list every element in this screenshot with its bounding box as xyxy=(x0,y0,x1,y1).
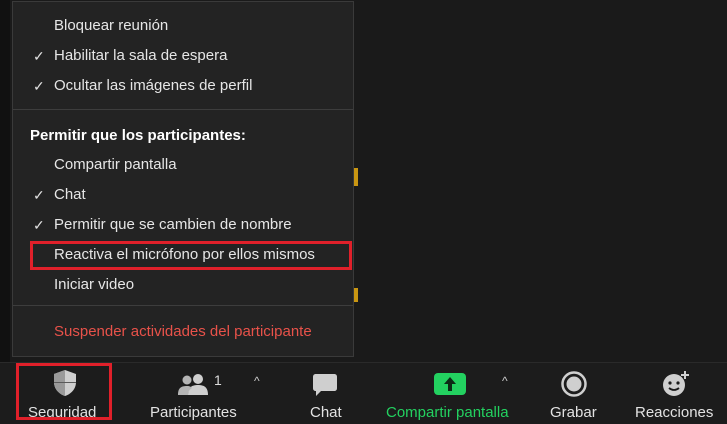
menu-divider xyxy=(13,109,353,110)
check-icon: ✓ xyxy=(33,217,45,233)
reactions-button[interactable]: Reacciones xyxy=(634,363,714,424)
share-screen-icon xyxy=(434,373,466,395)
record-button[interactable]: Grabar xyxy=(548,363,600,424)
participants-icon xyxy=(178,374,208,395)
check-icon: ✓ xyxy=(33,187,45,203)
participants-button[interactable]: 1 ^ Participantes xyxy=(150,363,275,424)
security-button[interactable]: Seguridad xyxy=(16,363,112,424)
menu-item-hide-profile-pictures[interactable]: ✓ Ocultar las imágenes de perfil xyxy=(13,73,353,99)
caret-up-icon[interactable]: ^ xyxy=(254,374,260,388)
meeting-toolbar: Seguridad 1 ^ Participantes Chat ^ Compa… xyxy=(0,362,727,424)
menu-item-label: Ocultar las imágenes de perfil xyxy=(54,77,253,94)
record-icon xyxy=(561,371,587,397)
reactions-icon xyxy=(663,371,689,396)
menu-item-label: Compartir pantalla xyxy=(54,156,177,173)
menu-item-enable-waiting-room[interactable]: ✓ Habilitar la sala de espera xyxy=(13,43,353,69)
caret-up-icon[interactable]: ^ xyxy=(502,374,508,388)
menu-item-label: Chat xyxy=(54,186,86,203)
menu-item-label: Bloquear reunión xyxy=(54,17,169,34)
chat-icon xyxy=(313,374,337,396)
menu-item-lock-meeting[interactable]: Bloquear reunión xyxy=(13,13,353,39)
check-icon: ✓ xyxy=(33,78,45,94)
menu-item-rename-themselves[interactable]: ✓ Permitir que se cambien de nombre xyxy=(13,212,353,238)
participants-count: 1 xyxy=(214,372,222,388)
check-icon: ✓ xyxy=(33,48,45,64)
menu-item-start-video[interactable]: Iniciar video xyxy=(13,272,353,298)
share-screen-label: Compartir pantalla xyxy=(386,404,509,421)
security-label: Seguridad xyxy=(28,404,97,421)
record-label: Grabar xyxy=(550,404,597,421)
menu-item-suspend-participant-activities[interactable]: Suspender actividades del participante xyxy=(13,319,353,345)
participants-label: Participantes xyxy=(150,404,237,421)
share-screen-button[interactable]: ^ Compartir pantalla xyxy=(385,363,520,424)
menu-item-label: Suspender actividades del participante xyxy=(54,323,312,340)
menu-item-label: Habilitar la sala de espera xyxy=(54,47,228,64)
shield-icon xyxy=(54,370,76,396)
video-tile-accent xyxy=(354,288,358,302)
video-tile-edge xyxy=(0,0,10,362)
menu-item-chat[interactable]: ✓ Chat xyxy=(13,182,353,208)
menu-section-header: Permitir que los participantes: xyxy=(30,127,246,144)
menu-item-label: Permitir que se cambien de nombre xyxy=(54,216,292,233)
menu-item-label: Reactiva el micrófono por ellos mismos xyxy=(54,246,315,263)
security-menu: Bloquear reunión ✓ Habilitar la sala de … xyxy=(12,1,354,357)
menu-item-share-screen[interactable]: Compartir pantalla xyxy=(13,152,353,178)
menu-divider xyxy=(13,305,353,306)
chat-label: Chat xyxy=(310,404,342,421)
menu-item-label: Iniciar video xyxy=(54,276,135,293)
chat-button[interactable]: Chat xyxy=(300,363,350,424)
reactions-label: Reacciones xyxy=(635,404,714,421)
video-tile-accent xyxy=(354,168,358,186)
menu-item-unmute-themselves[interactable]: Reactiva el micrófono por ellos mismos xyxy=(13,242,353,268)
